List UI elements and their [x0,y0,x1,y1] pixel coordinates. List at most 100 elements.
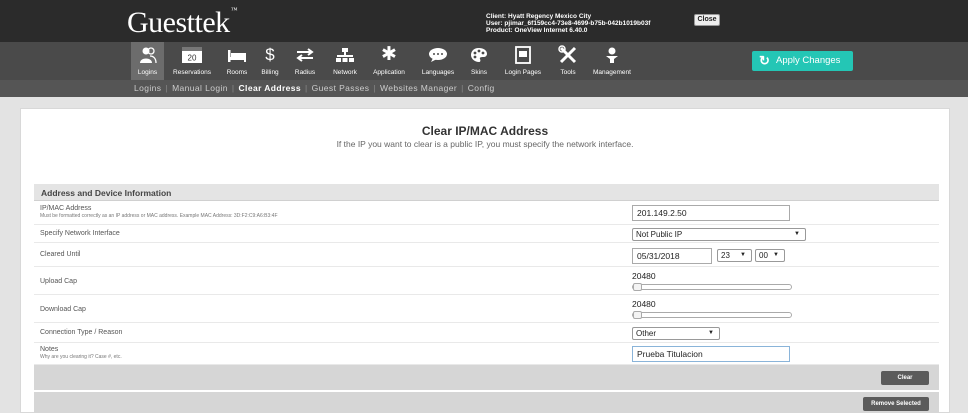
subnav-separator: | [165,83,169,93]
remove-selected-button[interactable]: Remove Selected [863,397,929,411]
nav-label: Radius [294,69,316,76]
clear-address-panel: Clear IP/MAC Address If the IP you want … [20,108,950,413]
logo-text: Guesttek [127,6,230,39]
minute-value: 00 [759,251,768,260]
upload-cap-slider[interactable] [632,283,792,291]
product-line: Product: OneView Internet 6.40.0 [486,27,588,34]
bed-icon [222,45,252,65]
page-icon [498,45,548,65]
upload-cap-label: Upload Cap [40,278,77,285]
nav-network[interactable]: Network [326,45,364,76]
interface-row: Specify Network Interface Not Public IP … [34,225,939,243]
dropdown-arrow-icon: ▼ [794,231,800,237]
nav-label: Network [333,69,357,76]
notes-input[interactable]: Prueba Titulacion [632,346,790,362]
subnav-clear-address[interactable]: Clear Address [239,83,302,93]
tools-icon [555,45,581,65]
upload-cap-value: 20480 [632,271,656,281]
cleared-until-label: Cleared Until [40,251,81,258]
cleared-minute-select[interactable]: 00 ▼ [755,249,785,262]
notes-hint: Why are you clearing it? Case #, etc. [40,354,122,360]
nav-label: Billing [261,69,279,76]
nav-label: Tools [560,69,576,76]
nav-logins[interactable]: Logins [131,45,164,76]
dollar-icon: $ [265,45,275,64]
apply-changes-button[interactable]: ↻ Apply Changes [752,51,853,71]
chat-icon [416,45,460,65]
sub-nav: Logins | Manual Login | Clear Address | Guest … [0,80,968,97]
download-cap-label: Download Cap [40,306,86,313]
subnav-separator: | [231,83,235,93]
nav-application[interactable]: ✱ Application [367,45,411,76]
subnav-separator: | [461,83,464,93]
dropdown-arrow-icon: ▼ [773,252,779,258]
reason-select[interactable]: Other ▼ [632,327,720,340]
nav-label: Application [373,69,405,76]
subnav-logins[interactable]: Logins [134,83,161,93]
slider-handle[interactable] [633,283,642,291]
nav-label: Languages [421,69,455,76]
nav-radius[interactable]: Radius [290,45,320,76]
interface-select[interactable]: Not Public IP ▼ [632,228,806,241]
download-cap-row: Download Cap 20480 [34,295,939,323]
nav-label: Logins [137,69,158,76]
nav-billing[interactable]: $ Billing [258,45,282,76]
ip-mac-row: IP/MAC Address Must be formatted correct… [34,201,939,225]
ip-mac-input[interactable]: 201.149.2.50 [632,205,790,221]
page-title: Clear IP/MAC Address [421,124,549,138]
clear-action-bar: Clear [34,365,939,390]
client-line: Client: Hyatt Regency Mexico City [486,13,592,20]
network-icon [326,45,364,65]
slider-handle[interactable] [633,311,642,319]
subnav-separator: | [373,83,376,93]
apply-label: Apply Changes [776,55,841,66]
ip-mac-label: IP/MAC Address [40,205,92,212]
cleared-hour-select[interactable]: 23 ▼ [717,249,752,262]
nav-label: Reservations [173,69,211,76]
hour-value: 23 [721,251,730,260]
reason-row: Connection Type / Reason Other ▼ [34,323,939,343]
nav-tools[interactable]: Tools [555,45,581,76]
user-line: User: pjimar_6f159cc4-73e8-4699-b75b-042… [486,20,651,27]
arrows-icon [290,45,320,65]
calendar-date: 20 [188,54,197,63]
nav-languages[interactable]: Languages [416,45,460,76]
clear-button[interactable]: Clear [881,371,929,385]
reason-value: Other [636,329,657,338]
nav-skins[interactable]: Skins [465,45,493,76]
interface-label: Specify Network Interface [40,230,120,237]
subnav-websites-manager[interactable]: Websites Manager [380,83,457,93]
nav-label: Rooms [226,69,248,76]
download-cap-slider[interactable] [632,311,792,319]
remove-action-bar: Remove Selected [34,392,939,413]
nav-label: Skins [471,69,487,76]
cleared-date-input[interactable]: 05/31/2018 [632,248,712,264]
palette-icon [465,45,493,65]
cleared-until-row: Cleared Until 05/31/2018 23 ▼ 00 ▼ [34,243,939,267]
dropdown-arrow-icon: ▼ [740,252,746,258]
nav-rooms[interactable]: Rooms [222,45,252,76]
interface-value: Not Public IP [636,230,683,239]
subnav-guest-passes[interactable]: Guest Passes [312,83,370,93]
nav-label: Login Pages [504,69,542,76]
nav-login-pages[interactable]: Login Pages [498,45,548,76]
nav-reservations[interactable]: 20 Reservations [167,45,217,76]
gear-icon: ✱ [381,44,397,65]
nav-label: Management [593,69,631,76]
management-icon [586,45,638,65]
reason-label: Connection Type / Reason [40,329,123,336]
calendar-icon: 20 [167,45,217,65]
ip-mac-hint: Must be formatted correctly as an IP add… [40,213,278,219]
notes-row: Notes Why are you clearing it? Case #, e… [34,343,939,365]
subnav-manual-login[interactable]: Manual Login [172,83,228,93]
guesttek-logo: Guesttek™ [127,6,238,40]
page-subtitle: If the IP you want to clear is a public … [336,139,634,149]
client-info: Client: Hyatt Regency Mexico City User: … [486,13,650,34]
trademark: ™ [230,6,238,14]
nav-management[interactable]: Management [586,45,638,76]
subnav-separator: | [305,83,308,93]
top-header: Guesttek™ Client: Hyatt Regency Mexico C… [0,0,968,42]
subnav-config[interactable]: Config [468,83,495,93]
upload-cap-row: Upload Cap 20480 [34,267,939,295]
close-button[interactable]: Close [694,14,720,26]
